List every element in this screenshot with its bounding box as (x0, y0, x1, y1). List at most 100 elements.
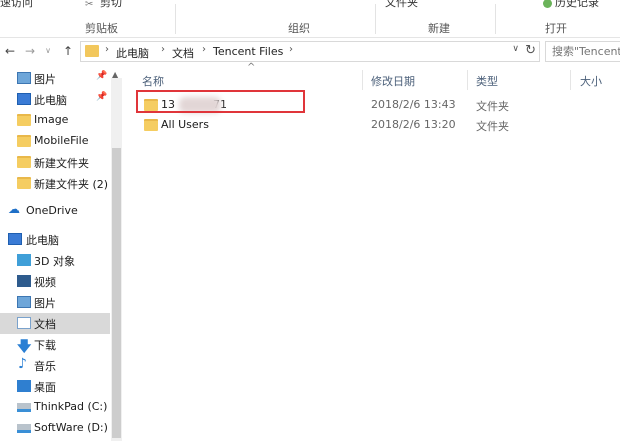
nav-item-mobilefile[interactable]: MobileFile (0, 131, 110, 152)
group-new: 新建 (428, 22, 450, 35)
file-name: All Users (161, 118, 209, 131)
nav-item-onedrive[interactable]: ☁ OneDrive (0, 201, 110, 222)
breadcrumb-this-pc[interactable]: 此电脑 (116, 45, 149, 61)
nav-item-3d-objects[interactable]: 3D 对象 (0, 250, 110, 271)
back-arrow-icon[interactable]: ← (2, 43, 18, 59)
nav-item-label: 此电脑 (26, 234, 59, 247)
nav-scrollbar[interactable] (111, 78, 122, 441)
nav-item-pictures[interactable]: 图片 (0, 292, 110, 313)
quick-access-label[interactable]: 速访问 (0, 0, 33, 10)
nav-item-image[interactable]: Image (0, 110, 110, 131)
nav-item-label: OneDrive (26, 204, 78, 217)
group-organize: 组织 (288, 22, 310, 35)
folder-icon (144, 119, 158, 131)
cut-button[interactable]: ✂ 剪切 (85, 0, 122, 10)
nav-item-downloads[interactable]: 🡇 下载 (0, 334, 110, 355)
nav-item-label: 桌面 (34, 381, 56, 394)
forward-arrow-icon[interactable]: → (22, 43, 38, 59)
nav-item-videos[interactable]: 视频 (0, 271, 110, 292)
pictures-icon (17, 72, 31, 84)
nav-item-desktop[interactable]: 桌面 (0, 376, 110, 397)
nav-item-new-folder-2[interactable]: 新建文件夹 (2) (0, 173, 110, 194)
documents-icon (17, 317, 31, 329)
column-header-type[interactable]: 类型 (476, 73, 498, 89)
drive-icon (17, 403, 31, 412)
pictures-icon (17, 296, 31, 308)
column-divider[interactable] (362, 70, 363, 90)
folder-icon (17, 177, 31, 189)
recent-dropdown-icon[interactable]: ∨ (40, 43, 56, 59)
nav-item-drive-d[interactable]: SoftWare (D:) (0, 418, 110, 439)
folder-icon (17, 156, 31, 168)
scissors-icon: ✂ (85, 0, 94, 10)
nav-item-label: 3D 对象 (34, 255, 75, 268)
nav-item-label: SoftWare (D:) (34, 421, 108, 434)
music-icon: ♪ (18, 356, 27, 372)
nav-item-documents[interactable]: 文档 (0, 313, 110, 334)
nav-item-music[interactable]: ♪ 音乐 (0, 355, 110, 376)
nav-item-label: MobileFile (34, 134, 89, 147)
nav-item-this-pc-quick[interactable]: 此电脑 📌 (0, 89, 110, 110)
file-date: 2018/2/6 13:43 (371, 98, 456, 111)
column-header-name[interactable]: 名称 (142, 73, 164, 89)
pin-icon[interactable]: 📌 (96, 92, 107, 102)
column-divider[interactable] (467, 70, 468, 90)
desktop-icon (17, 380, 31, 392)
nav-item-label: ThinkPad (C:) (34, 400, 108, 413)
ribbon-divider (175, 4, 176, 34)
search-input[interactable] (546, 42, 620, 61)
column-header-size[interactable]: 大小 (580, 73, 602, 89)
nav-item-label: 新建文件夹 (34, 157, 89, 170)
chevron-right-icon[interactable]: › (161, 44, 165, 55)
nav-scrollbar-thumb[interactable] (112, 148, 121, 438)
up-arrow-icon[interactable]: ↑ (60, 43, 76, 59)
chevron-right-icon[interactable]: › (289, 44, 293, 55)
nav-item-label: Image (34, 113, 69, 126)
drive-icon (17, 424, 31, 433)
chevron-right-icon[interactable]: › (105, 44, 109, 55)
chevron-right-icon[interactable]: › (202, 44, 206, 55)
refresh-icon[interactable]: ↻ (525, 43, 536, 58)
ribbon: 速访问 ✂ 剪切 文件夹 历史记录 剪贴板 组织 新建 打开 (0, 0, 620, 38)
address-bar[interactable]: › 此电脑 › 文档 › Tencent Files › ∨ ↻ (80, 41, 540, 62)
nav-item-label: 此电脑 (34, 94, 67, 107)
file-type: 文件夹 (476, 100, 509, 113)
nav-item-drive-c[interactable]: ThinkPad (C:) (0, 397, 110, 418)
history-label: 历史记录 (555, 0, 599, 9)
nav-item-label: 图片 (34, 73, 56, 86)
history-button[interactable]: 历史记录 (543, 0, 599, 10)
new-folder-button[interactable]: 文件夹 (385, 0, 418, 10)
nav-item-label: 视频 (34, 276, 56, 289)
column-header-date[interactable]: 修改日期 (371, 73, 415, 89)
folder-icon (17, 135, 31, 147)
nav-item-pictures-quick[interactable]: 图片 📌 (0, 68, 110, 89)
file-row[interactable]: All Users 2018/2/6 13:20 文件夹 (134, 114, 620, 136)
highlight-box (136, 90, 305, 113)
chevron-down-icon[interactable]: ∨ (512, 44, 519, 54)
breadcrumb-tencent-files[interactable]: Tencent Files (213, 45, 283, 58)
ribbon-divider (375, 4, 376, 34)
navigation-pane: 图片 📌 此电脑 📌 Image MobileFile 新建文件夹 新建文件夹 … (0, 66, 122, 441)
3d-objects-icon (17, 254, 31, 266)
column-divider[interactable] (570, 70, 571, 90)
nav-item-new-folder[interactable]: 新建文件夹 (0, 152, 110, 173)
nav-item-label: 文档 (34, 318, 56, 331)
breadcrumb-documents[interactable]: 文档 (172, 45, 194, 61)
nav-item-label: 音乐 (34, 360, 56, 373)
file-list-pane: ^ 名称 修改日期 类型 大小 1371 2018/2/6 13:43 文件夹 … (124, 62, 620, 441)
cut-label: 剪切 (100, 0, 122, 9)
nav-item-label: 图片 (34, 297, 56, 310)
address-toolbar: ← → ∨ ↑ › 此电脑 › 文档 › Tencent Files › ∨ ↻ (0, 39, 620, 65)
pin-icon[interactable]: 📌 (96, 71, 107, 81)
file-type: 文件夹 (476, 120, 509, 133)
nav-item-this-pc[interactable]: 此电脑 (0, 229, 110, 250)
ribbon-divider (495, 4, 496, 34)
sort-ascending-icon: ^ (247, 62, 256, 73)
onedrive-icon: ☁ (8, 202, 20, 216)
nav-item-label: 新建文件夹 (2) (34, 178, 109, 191)
file-date: 2018/2/6 13:20 (371, 118, 456, 131)
search-box[interactable] (545, 41, 620, 62)
group-clipboard: 剪贴板 (85, 22, 118, 35)
videos-icon (17, 275, 31, 287)
group-open: 打开 (545, 22, 567, 35)
